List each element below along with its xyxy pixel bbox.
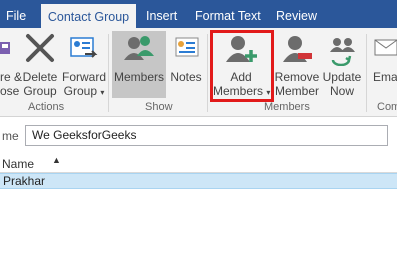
grid-header: Name ▲ (0, 155, 397, 173)
delete-x-icon (26, 34, 54, 62)
save-close-label-line2: ose (0, 84, 20, 98)
forward-group-icon (70, 37, 98, 58)
update-now-label-line2: Now (329, 84, 354, 98)
email-icon (374, 39, 397, 56)
save-close-button[interactable]: re & ose (0, 32, 23, 100)
forward-group-label-line2: Group ▾ (63, 84, 105, 98)
ribbon-separator (366, 34, 367, 112)
notes-button[interactable]: Notes (168, 32, 204, 100)
email-button[interactable]: Ema (370, 32, 397, 100)
group-label-actions: Actions (28, 101, 65, 113)
delete-group-label-line1: Delete (22, 70, 58, 84)
save-close-icon (0, 42, 10, 54)
tab-contact-group[interactable]: Contact Group (41, 4, 136, 28)
tab-format-text[interactable]: Format Text (195, 0, 261, 28)
update-now-label-line1: Update (322, 70, 362, 84)
forward-group-label-line1: Forward (61, 70, 106, 84)
column-header-name[interactable]: Name (2, 157, 34, 171)
dropdown-arrow-icon: ▾ (100, 88, 105, 97)
group-label-members: Members (264, 101, 310, 113)
delete-group-button[interactable]: Delete Group (20, 32, 60, 100)
table-row[interactable]: Prakhar (0, 173, 397, 189)
delete-group-label-line2: Group (23, 84, 57, 98)
tab-insert[interactable]: Insert (146, 0, 177, 28)
group-name-input[interactable]: We GeeksforGeeks (25, 125, 388, 146)
remove-member-button[interactable]: Remove Member (274, 32, 320, 100)
members-people-icon (124, 36, 154, 60)
remove-member-label-line1: Remove (274, 70, 320, 84)
members-view-button[interactable]: Members (112, 32, 166, 100)
ribbon-separator (108, 34, 109, 112)
highlight-box (210, 30, 274, 102)
name-label: me (2, 129, 19, 143)
remove-member-label-line2: Member (274, 84, 319, 98)
member-name-cell: Prakhar (3, 174, 46, 188)
name-row: me We GeeksforGeeks (0, 122, 397, 150)
forward-group-button[interactable]: Forward Group ▾ (61, 32, 107, 100)
notes-icon (175, 37, 199, 57)
tab-file[interactable]: File (6, 0, 26, 28)
group-label-communicate: Com (377, 101, 397, 113)
group-label-show: Show (145, 101, 173, 113)
update-people-icon (330, 38, 355, 66)
update-now-button[interactable]: Update Now (321, 32, 363, 100)
ribbon-separator (207, 34, 208, 112)
ribbon: re & ose Delete Group Forward Group ▾ Ac… (0, 28, 397, 117)
ribbon-tab-bar: File Contact Group Insert Format Text Re… (0, 0, 397, 28)
members-view-label: Members (113, 70, 164, 84)
tab-review[interactable]: Review (276, 0, 317, 28)
email-label: Ema (373, 70, 397, 84)
sort-ascending-icon: ▲ (52, 155, 61, 165)
notes-label: Notes (170, 70, 202, 84)
remove-person-icon (283, 36, 312, 62)
save-close-label-line1: re & (0, 70, 23, 84)
